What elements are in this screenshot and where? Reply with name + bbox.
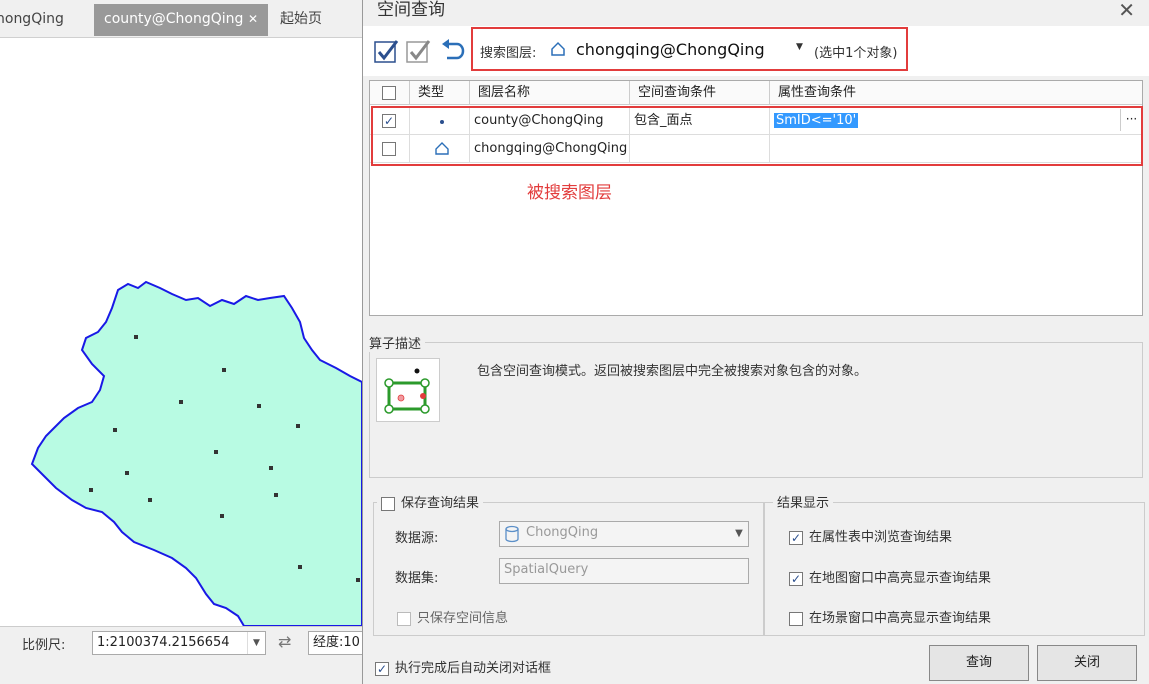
longitude-field[interactable]: 经度:10 xyxy=(308,631,368,655)
county-point xyxy=(148,498,152,502)
county-point xyxy=(113,428,117,432)
highlight-map-option[interactable]: ✓ 在地图窗口中高亮显示查询结果 xyxy=(789,567,991,586)
status-bar: 比例尺: 1:2100374.2156654 ▼ ⇄ 经度:10 xyxy=(0,626,368,684)
save-spatial-only-checkbox[interactable] xyxy=(397,611,411,626)
scale-value: 1:2100374.2156654 xyxy=(97,635,230,650)
close-button[interactable]: 关闭 xyxy=(1037,645,1137,681)
longitude-label: 经度:10 xyxy=(313,635,360,650)
option-label: 在场景窗口中高亮显示查询结果 xyxy=(809,611,992,626)
county-point xyxy=(269,466,273,470)
operator-description-text: 包含空间查询模式。返回被搜索图层中完全被搜索对象包含的对象。 xyxy=(477,364,868,379)
document-tab-bar: nongQing county@ChongQing ✕ 起始页 xyxy=(0,0,362,38)
result-display-label: 结果显示 xyxy=(773,492,834,511)
dialog-title: 空间查询 xyxy=(377,0,445,20)
chongqing-region-map xyxy=(30,280,362,626)
header-attribute-condition: 属性查询条件 xyxy=(770,81,1142,105)
save-spatial-only-label: 只保存空间信息 xyxy=(417,611,509,626)
chevron-down-icon[interactable]: ▼ xyxy=(247,632,265,654)
tab-label: county@ChongQing xyxy=(104,11,244,27)
county-point xyxy=(222,368,226,372)
invert-selection-icon[interactable] xyxy=(405,38,431,64)
save-results-label: 保存查询结果 xyxy=(401,496,480,511)
county-point xyxy=(257,404,261,408)
region-polygon xyxy=(30,280,362,626)
dataset-label: 数据集: xyxy=(395,571,439,586)
auto-close-label: 执行完成后自动关闭对话框 xyxy=(395,661,552,676)
map-view[interactable] xyxy=(0,38,362,626)
database-icon xyxy=(504,525,520,546)
scale-combo[interactable]: 1:2100374.2156654 ▼ xyxy=(92,631,266,655)
datasource-value: ChongQing xyxy=(526,525,599,540)
checkbox[interactable] xyxy=(382,85,396,100)
close-icon[interactable]: ✕ xyxy=(248,4,258,34)
highlight-scene-option[interactable]: 在场景窗口中高亮显示查询结果 xyxy=(789,607,991,626)
county-point xyxy=(298,565,302,569)
checkbox-checked[interactable]: ✓ xyxy=(789,571,803,586)
auto-close-option[interactable]: ✓ 执行完成后自动关闭对话框 xyxy=(375,657,551,676)
close-icon[interactable]: ✕ xyxy=(1118,0,1135,22)
checkbox[interactable] xyxy=(789,611,803,626)
chevron-down-icon[interactable]: ▼ xyxy=(730,522,748,546)
county-point xyxy=(125,471,129,475)
dataset-field[interactable]: SpatialQuery xyxy=(499,558,749,584)
tab-start-page[interactable]: 起始页 xyxy=(270,4,332,36)
tab-county-map[interactable]: county@ChongQing ✕ xyxy=(94,4,268,36)
county-point xyxy=(179,400,183,404)
datasource-label: 数据源: xyxy=(395,531,439,546)
operator-group-label: 算子描述 xyxy=(365,333,426,352)
select-all-icon[interactable] xyxy=(373,38,399,64)
county-point xyxy=(296,424,300,428)
checkbox-checked[interactable]: ✓ xyxy=(375,661,389,676)
header-layer-name: 图层名称 xyxy=(470,81,630,105)
spatial-query-dialog: 空间查询 ✕ 搜索图层: chongqing@ChongQing ▼ (选中1个… xyxy=(362,0,1149,684)
datasource-select[interactable]: ChongQing ▼ xyxy=(499,521,749,547)
dataset-value: SpatialQuery xyxy=(504,562,589,577)
save-results-checkbox[interactable] xyxy=(381,496,395,511)
tab-label: nongQing xyxy=(0,11,64,27)
operator-preview-icon xyxy=(376,358,440,422)
searched-layers-highlight xyxy=(371,106,1143,166)
county-point xyxy=(356,578,360,582)
reset-icon[interactable] xyxy=(439,38,465,64)
save-results-header[interactable]: 保存查询结果 xyxy=(377,492,484,511)
save-spatial-only-option[interactable]: 只保存空间信息 xyxy=(397,607,508,626)
browse-attributes-option[interactable]: ✓ 在属性表中浏览查询结果 xyxy=(789,526,952,545)
option-label: 在属性表中浏览查询结果 xyxy=(809,530,953,545)
county-point xyxy=(220,514,224,518)
county-point xyxy=(89,488,93,492)
county-point xyxy=(214,450,218,454)
header-type: 类型 xyxy=(410,81,470,105)
header-checkbox[interactable] xyxy=(370,81,410,105)
scale-label: 比例尺: xyxy=(22,638,66,653)
county-point xyxy=(134,335,138,339)
query-button[interactable]: 查询 xyxy=(929,645,1029,681)
swap-icon[interactable]: ⇄ xyxy=(278,632,291,651)
tab-chongqing-map[interactable]: nongQing xyxy=(0,4,74,36)
checkbox-checked[interactable]: ✓ xyxy=(789,530,803,545)
header-spatial-condition: 空间查询条件 xyxy=(630,81,770,105)
option-label: 在地图窗口中高亮显示查询结果 xyxy=(809,571,992,586)
tab-label: 起始页 xyxy=(280,11,322,27)
county-point xyxy=(274,493,278,497)
highlight-box xyxy=(471,27,908,71)
searched-layer-annotation: 被搜索图层 xyxy=(527,183,612,203)
